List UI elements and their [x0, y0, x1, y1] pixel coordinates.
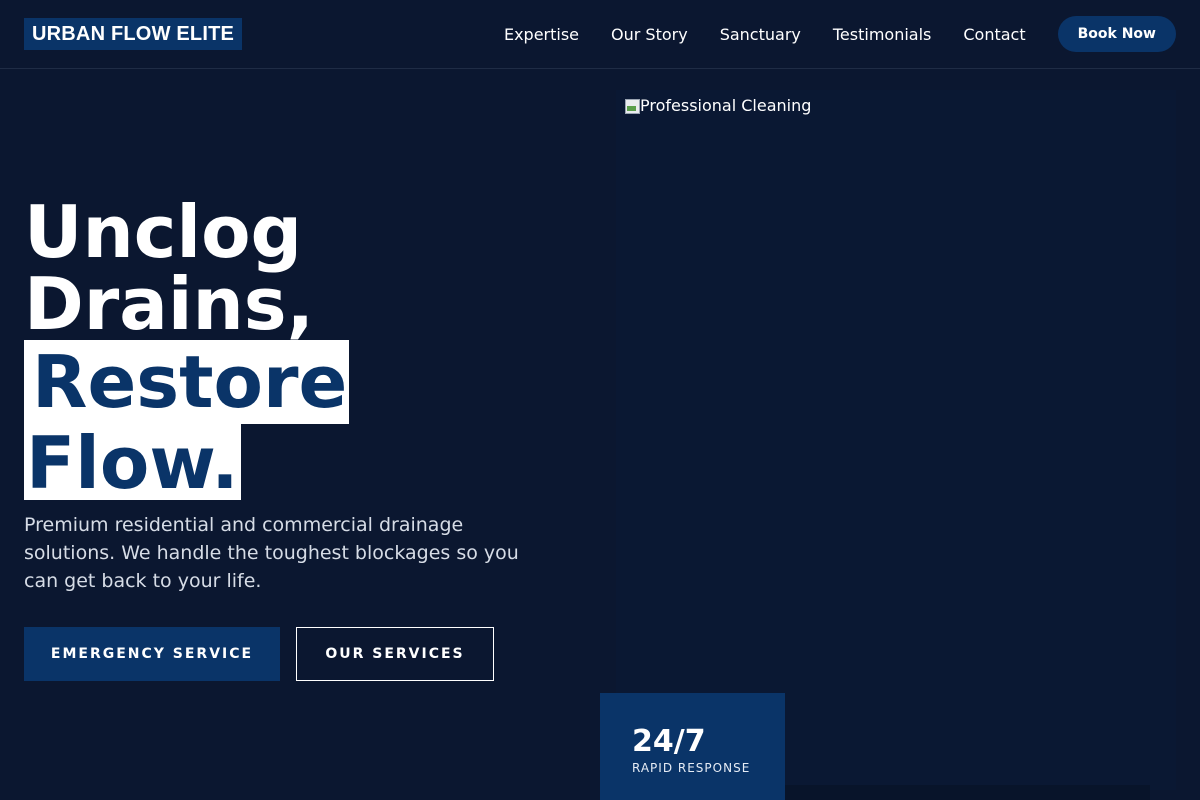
hero-heading-highlight-2: Flow.: [24, 421, 241, 505]
hero-image: Professional Cleaning: [624, 96, 811, 115]
stat-value: 24/7: [632, 724, 706, 759]
nav-link-testimonials[interactable]: Testimonials: [833, 25, 932, 44]
hero-heading-line-2: Drains,: [24, 262, 315, 346]
hero-heading-highlight-1: Restore: [24, 340, 350, 424]
hero-image-alt-text: Professional Cleaning: [640, 96, 812, 115]
hero-subtitle: Premium residential and commercial drain…: [24, 514, 519, 592]
our-services-button[interactable]: OUR SERVICES: [296, 627, 494, 681]
stat-badge: 24/7 RAPID RESPONSE: [600, 693, 785, 800]
nav-link-our-story[interactable]: Our Story: [611, 25, 688, 44]
nav-link-sanctuary[interactable]: Sanctuary: [720, 25, 801, 44]
image-panel-shadow: [785, 785, 1150, 800]
brand-logo[interactable]: URBAN FLOW ELITE: [24, 18, 243, 50]
broken-image-icon: [624, 98, 640, 114]
book-now-button[interactable]: Book Now: [1057, 16, 1176, 52]
hero-heading: Unclog Drains, Restore Flow.: [24, 190, 350, 505]
stat-label: RAPID RESPONSE: [632, 761, 751, 775]
hero-heading-line-1: Unclog: [24, 190, 303, 274]
emergency-service-button[interactable]: EMERGENCY SERVICE: [24, 627, 280, 681]
nav-link-expertise[interactable]: Expertise: [504, 25, 579, 44]
nav-link-contact[interactable]: Contact: [963, 25, 1025, 44]
nav-links: Expertise Our Story Sanctuary Testimonia…: [504, 0, 1200, 68]
hero-image-panel: Professional Cleaning: [616, 90, 1176, 790]
top-navigation: URBAN FLOW ELITE Expertise Our Story San…: [0, 0, 1200, 69]
